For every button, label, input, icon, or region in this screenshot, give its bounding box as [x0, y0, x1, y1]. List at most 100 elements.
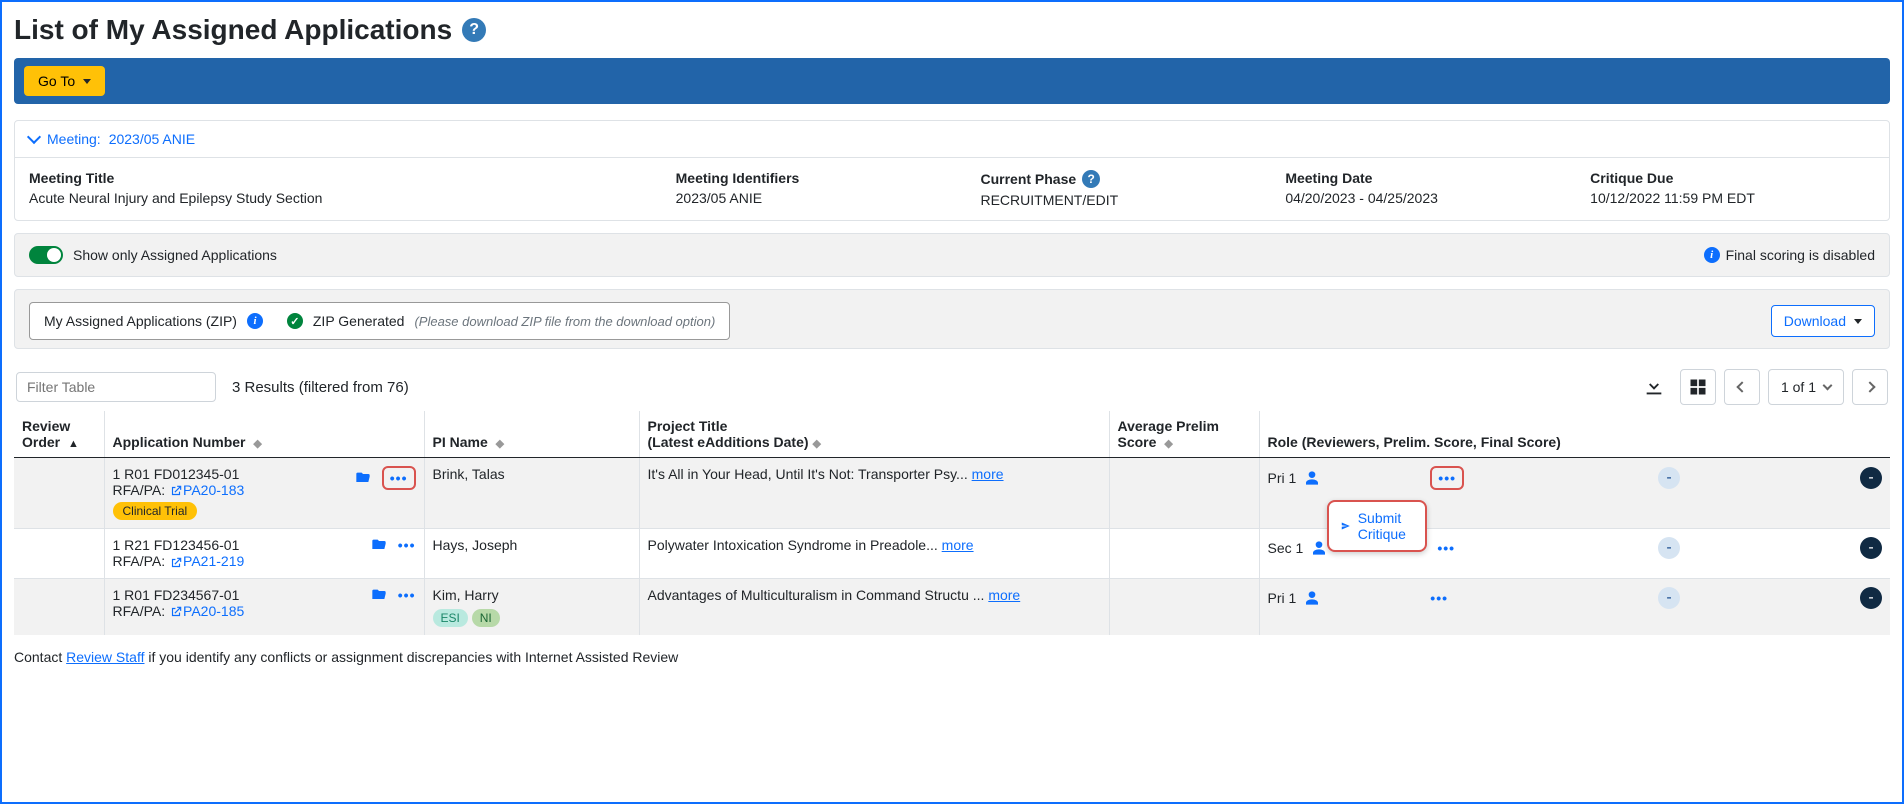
- cell-app-number: 1 R21 FD123456-01RFA/PA: PA21-219 •••: [104, 529, 424, 578]
- goto-button[interactable]: Go To: [24, 66, 105, 96]
- footer-suffix: if you identify any conflicts or assignm…: [148, 649, 678, 665]
- meeting-header-value: 2023/05 ANIE: [109, 131, 195, 147]
- reviewer-actions-icon[interactable]: •••: [1430, 590, 1448, 606]
- action-bar: Go To: [14, 58, 1890, 104]
- meeting-panel: Meeting: 2023/05 ANIE Meeting Title Acut…: [14, 120, 1890, 221]
- rfa-link[interactable]: PA21-219: [169, 553, 244, 569]
- assigned-toggle[interactable]: [29, 246, 63, 264]
- prelim-score-chip[interactable]: -: [1658, 587, 1680, 609]
- cell-app-number: 1 R01 FD012345-01RFA/PA: PA20-183Clinica…: [104, 458, 424, 529]
- goto-label: Go To: [38, 73, 75, 89]
- th-project-title[interactable]: Project Title (Latest eAdditions Date) ◆: [639, 411, 1109, 458]
- footer-text: Contact Review Staff if you identify any…: [14, 649, 1890, 665]
- help-icon[interactable]: ?: [462, 18, 486, 42]
- footer-prefix: Contact: [14, 649, 66, 665]
- sort-asc-icon: ▲: [68, 438, 79, 450]
- help-icon[interactable]: ?: [1082, 170, 1100, 188]
- cell-project-title: Polywater Intoxication Syndrome in Pread…: [639, 529, 1109, 578]
- pi-name: Brink, Talas: [433, 466, 631, 482]
- pager-next[interactable]: [1852, 369, 1888, 405]
- rfa-prefix: RFA/PA:: [113, 482, 170, 498]
- download-label: Download: [1784, 313, 1846, 329]
- rfa-prefix: RFA/PA:: [113, 553, 170, 569]
- person-icon[interactable]: [1304, 470, 1320, 486]
- chevron-down-icon: [1823, 380, 1833, 390]
- meeting-phase-label: Current Phase ?: [980, 170, 1265, 188]
- cell-pi-name: Hays, Joseph: [424, 529, 639, 578]
- more-link[interactable]: more: [988, 587, 1020, 603]
- more-actions-icon[interactable]: •••: [398, 587, 416, 603]
- sort-icon: ◆: [813, 437, 821, 450]
- role-label: Sec 1: [1268, 540, 1304, 556]
- cell-avg-prelim: [1109, 458, 1259, 529]
- chevron-down-icon: [27, 130, 41, 144]
- th-pi-name[interactable]: PI Name ◆: [424, 411, 639, 458]
- page-title: List of My Assigned Applications: [14, 14, 452, 46]
- submit-critique-label: Submit Critique: [1358, 510, 1413, 542]
- review-staff-link[interactable]: Review Staff: [66, 649, 144, 665]
- folder-icon[interactable]: [370, 537, 388, 553]
- th-review-order[interactable]: Review Order ▲: [14, 411, 104, 458]
- rfa-link[interactable]: PA20-185: [169, 603, 244, 619]
- more-link[interactable]: more: [972, 466, 1004, 482]
- app-number: 1 R21 FD123456-01: [113, 537, 245, 553]
- filter-input[interactable]: [16, 372, 216, 402]
- esi-badge: ESI: [433, 609, 468, 627]
- meeting-panel-header[interactable]: Meeting: 2023/05 ANIE: [15, 121, 1889, 157]
- project-title: Advantages of Multiculturalism in Comman…: [648, 587, 989, 603]
- prelim-score-chip[interactable]: -: [1658, 467, 1680, 489]
- table-row: 1 R01 FD012345-01RFA/PA: PA20-183Clinica…: [14, 458, 1890, 529]
- folder-icon[interactable]: [354, 470, 372, 486]
- cell-avg-prelim: [1109, 529, 1259, 578]
- reviewer-actions-icon[interactable]: •••: [1438, 470, 1456, 486]
- sort-icon: ◆: [496, 438, 504, 450]
- folder-icon[interactable]: [370, 587, 388, 603]
- role-label: Pri 1: [1268, 470, 1297, 486]
- assigned-toggle-label: Show only Assigned Applications: [73, 247, 277, 263]
- final-score-chip[interactable]: -: [1860, 467, 1882, 489]
- final-score-chip[interactable]: -: [1860, 587, 1882, 609]
- pager-dropdown[interactable]: 1 of 1: [1768, 369, 1844, 405]
- zip-panel: My Assigned Applications (ZIP) i ✓ ZIP G…: [14, 289, 1890, 349]
- pi-name: Kim, Harry: [433, 587, 631, 603]
- meeting-id-label: Meeting Identifiers: [676, 170, 961, 186]
- download-icon[interactable]: [1636, 369, 1672, 405]
- reviewer-actions-highlight: •••: [1430, 466, 1464, 490]
- meeting-header-prefix: Meeting:: [47, 131, 101, 147]
- th-role: Role (Reviewers, Prelim. Score, Final Sc…: [1259, 411, 1890, 458]
- row-actions-highlight: •••: [382, 466, 416, 490]
- more-link[interactable]: more: [942, 537, 974, 553]
- person-icon[interactable]: [1311, 540, 1327, 556]
- more-actions-icon[interactable]: •••: [398, 537, 416, 553]
- rfa-link[interactable]: PA20-183: [169, 482, 244, 498]
- info-icon[interactable]: i: [247, 313, 263, 329]
- cell-pi-name: Brink, Talas: [424, 458, 639, 529]
- more-actions-icon[interactable]: •••: [390, 470, 408, 486]
- cell-review-order: [14, 458, 104, 529]
- meeting-critique-value: 10/12/2022 11:59 PM EDT: [1590, 190, 1875, 206]
- submit-critique-popup[interactable]: Submit Critique: [1327, 500, 1427, 552]
- scoring-disabled: i Final scoring is disabled: [1704, 247, 1875, 263]
- meeting-grid: Meeting Title Acute Neural Injury and Ep…: [15, 157, 1889, 220]
- cell-app-number: 1 R01 FD234567-01RFA/PA: PA20-185•••: [104, 578, 424, 635]
- grid-view-icon[interactable]: [1680, 369, 1716, 405]
- table-row: 1 R01 FD234567-01RFA/PA: PA20-185•••Kim,…: [14, 578, 1890, 635]
- zip-title: My Assigned Applications (ZIP): [44, 313, 237, 329]
- final-score-chip[interactable]: -: [1860, 537, 1882, 559]
- rfa-prefix: RFA/PA:: [113, 603, 170, 619]
- reviewer-actions-icon[interactable]: •••: [1437, 540, 1455, 556]
- person-icon[interactable]: [1304, 590, 1320, 606]
- cell-avg-prelim: [1109, 578, 1259, 635]
- meeting-title-value: Acute Neural Injury and Epilepsy Study S…: [29, 190, 656, 206]
- meeting-title-label: Meeting Title: [29, 170, 656, 186]
- prelim-score-chip[interactable]: -: [1658, 537, 1680, 559]
- info-icon: i: [1704, 247, 1720, 263]
- meeting-id-value: 2023/05 ANIE: [676, 190, 961, 206]
- app-number: 1 R01 FD012345-01: [113, 466, 245, 482]
- th-avg-prelim[interactable]: Average Prelim Score ◆: [1109, 411, 1259, 458]
- pager-prev[interactable]: [1724, 369, 1760, 405]
- meeting-critique-label: Critique Due: [1590, 170, 1875, 186]
- download-button[interactable]: Download: [1771, 305, 1875, 337]
- project-title: Polywater Intoxication Syndrome in Pread…: [648, 537, 942, 553]
- th-app-number[interactable]: Application Number ◆: [104, 411, 424, 458]
